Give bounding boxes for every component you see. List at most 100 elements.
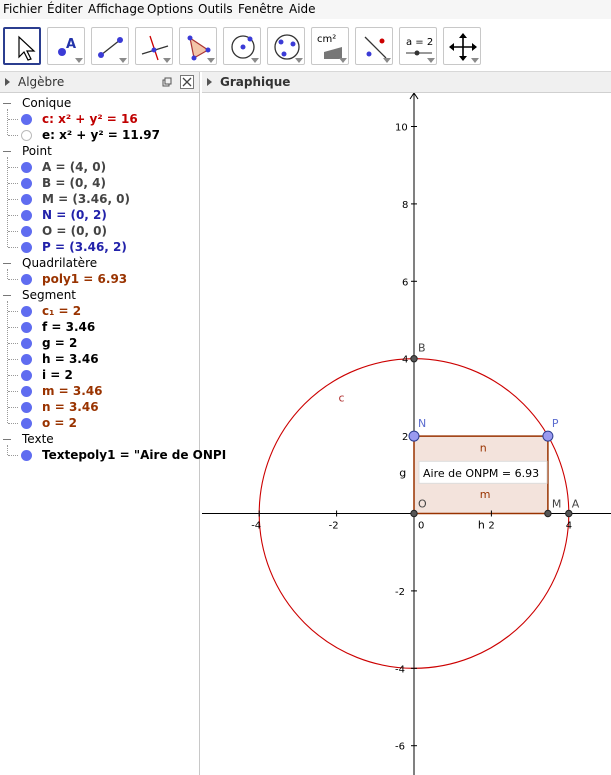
perpendicular-tool-button[interactable]: [135, 27, 173, 65]
move-tool-icon: [18, 35, 36, 61]
algebra-item[interactable]: h = 3.46: [42, 352, 99, 366]
conic-tool-button[interactable]: [267, 27, 305, 65]
algebra-item[interactable]: B = (0, 4): [42, 176, 106, 190]
tree-connector: [8, 423, 18, 424]
tree-connector: [8, 407, 18, 408]
visibility-toggle[interactable]: [21, 306, 32, 317]
visibility-toggle[interactable]: [21, 194, 32, 205]
visibility-toggle[interactable]: [21, 178, 32, 189]
visibility-toggle[interactable]: [21, 114, 32, 125]
y-tick-label: -4: [395, 664, 405, 675]
circle-tool-button[interactable]: [223, 27, 261, 65]
visibility-toggle[interactable]: [21, 242, 32, 253]
visibility-toggle[interactable]: [21, 162, 32, 173]
tree-connector: [8, 327, 18, 328]
algebra-item[interactable]: Textepoly1 = "Aire de ONPI: [42, 448, 226, 462]
point-P[interactable]: [542, 430, 554, 442]
algebra-item[interactable]: m = 3.46: [42, 384, 103, 398]
collapse-minus-icon[interactable]: [3, 103, 11, 104]
collapse-minus-icon[interactable]: [3, 263, 11, 264]
tree-connector: [8, 375, 18, 376]
collapse-arrow-icon[interactable]: [207, 78, 212, 86]
line-tool-button[interactable]: [91, 27, 129, 65]
y-tick-label: 6: [402, 277, 408, 288]
close-icon[interactable]: [180, 75, 194, 89]
svg-text:cm²: cm²: [317, 34, 336, 45]
algebra-item[interactable]: poly1 = 6.93: [42, 272, 127, 286]
visibility-toggle[interactable]: [21, 210, 32, 221]
point-tool-button[interactable]: A: [47, 27, 85, 65]
menu-4[interactable]: Outils: [198, 2, 233, 16]
point-label-N: N: [418, 417, 426, 430]
algebra-item[interactable]: N = (0, 2): [42, 208, 107, 222]
visibility-toggle[interactable]: [21, 130, 32, 141]
menu-6[interactable]: Aide: [289, 2, 316, 16]
pan-tool-button[interactable]: [443, 27, 481, 65]
algebra-item[interactable]: i = 2: [42, 368, 73, 382]
tree-connector: [7, 157, 8, 247]
graphics-title: Graphique: [220, 75, 291, 89]
visibility-toggle[interactable]: [21, 402, 32, 413]
algebra-item[interactable]: A = (4, 0): [42, 160, 106, 174]
tree-connector: [8, 199, 18, 200]
visibility-toggle[interactable]: [21, 418, 32, 429]
move-tool-button[interactable]: [3, 27, 41, 65]
visibility-toggle[interactable]: [21, 450, 32, 461]
collapse-minus-icon[interactable]: [3, 151, 11, 152]
y-tick-label: 8: [402, 200, 408, 211]
segment-label-m: m: [480, 488, 491, 501]
menu-3[interactable]: Options: [147, 2, 193, 16]
svg-text:A: A: [66, 37, 76, 52]
visibility-toggle[interactable]: [21, 386, 32, 397]
algebra-item[interactable]: c₁ = 2: [42, 304, 81, 318]
algebra-item[interactable]: O = (0, 0): [42, 224, 107, 238]
point-B[interactable]: [410, 355, 418, 363]
visibility-toggle[interactable]: [21, 274, 32, 285]
point-O[interactable]: [410, 509, 418, 518]
reflect-tool-button[interactable]: [355, 27, 393, 65]
visibility-toggle[interactable]: [21, 338, 32, 349]
visibility-toggle[interactable]: [21, 322, 32, 333]
algebra-item[interactable]: e: x² + y² = 11.97: [42, 128, 160, 142]
point-M[interactable]: [544, 509, 552, 518]
segment-label-n: n: [480, 442, 487, 455]
tree-connector: [8, 135, 18, 136]
algebra-item[interactable]: M = (3.46, 0): [42, 192, 130, 206]
tree-connector: [7, 269, 8, 279]
dropdown-triangle-icon: [75, 58, 83, 63]
algebra-item[interactable]: g = 2: [42, 336, 77, 350]
slider-tool-button[interactable]: a = 2: [399, 27, 437, 65]
algebra-item[interactable]: o = 2: [42, 416, 77, 430]
point-label-A: A: [572, 498, 580, 511]
visibility-toggle[interactable]: [21, 226, 32, 237]
algebra-item[interactable]: f = 3.46: [42, 320, 95, 334]
area-text: Aire de ONPM = 6.93: [423, 467, 539, 480]
point-label-P: P: [552, 417, 559, 430]
collapse-minus-icon[interactable]: [3, 295, 11, 296]
area-tool-button[interactable]: cm²: [311, 27, 349, 65]
algebra-item[interactable]: n = 3.46: [42, 400, 99, 414]
category-label: Conique: [22, 96, 72, 110]
undock-icon[interactable]: [162, 77, 172, 87]
menu-0[interactable]: Fichier: [3, 2, 42, 16]
visibility-toggle[interactable]: [21, 354, 32, 365]
tree-connector: [8, 183, 18, 184]
menu-1[interactable]: Éditer: [47, 2, 83, 16]
point-N[interactable]: [408, 430, 420, 442]
collapse-minus-icon[interactable]: [3, 439, 11, 440]
dropdown-triangle-icon: [163, 58, 171, 63]
graphics-canvas[interactable]: c -4 -2 2 4 10 8 6 4 2 -2 -4 -6 0 n m g h Aire de ONPM = 6…: [202, 93, 611, 775]
svg-text:a = 2: a = 2: [406, 37, 433, 48]
point-A[interactable]: [565, 509, 573, 518]
algebra-item[interactable]: c: x² + y² = 16: [42, 112, 138, 126]
algebra-item[interactable]: P = (3.46, 2): [42, 240, 127, 254]
tree-connector: [8, 391, 18, 392]
visibility-toggle[interactable]: [21, 370, 32, 381]
polygon-tool-button[interactable]: [179, 27, 217, 65]
menu-2[interactable]: Affichage: [88, 2, 144, 16]
algebra-title: Algèbre: [18, 75, 65, 89]
menu-5[interactable]: Fenêtre: [238, 2, 283, 16]
collapse-arrow-icon[interactable]: [5, 78, 10, 86]
origin-label: 0: [418, 521, 424, 532]
dropdown-triangle-icon: [207, 58, 215, 63]
